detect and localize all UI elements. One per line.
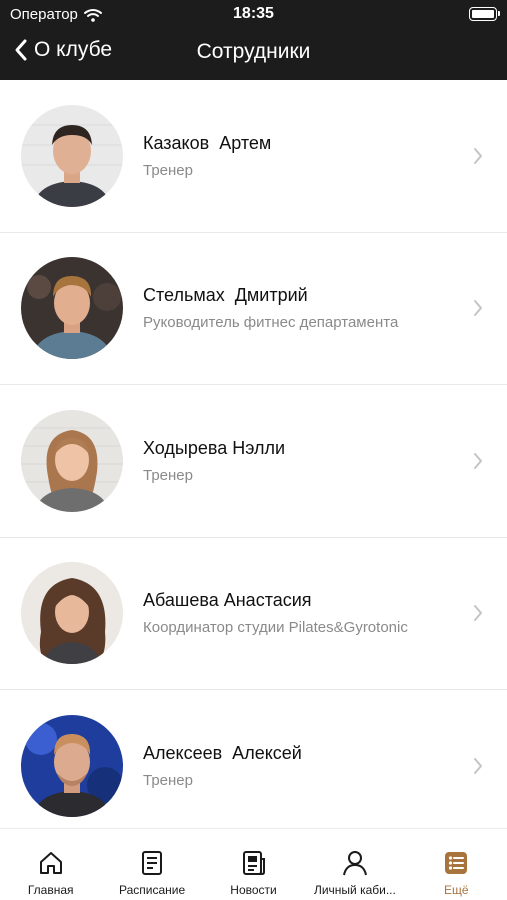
chevron-right-icon	[474, 757, 482, 774]
staff-role: Координатор студии Pilates&Gyrotonic	[143, 619, 408, 637]
tab-label: Новости	[230, 883, 277, 897]
page-title: Сотрудники	[196, 40, 311, 63]
status-time: 18:35	[233, 5, 274, 22]
chevron-right-icon	[474, 605, 482, 622]
battery-icon	[469, 7, 500, 21]
tab-label: Личный каби...	[313, 883, 396, 897]
home-icon	[39, 852, 62, 874]
staff-name: Ходырева Нэлли	[143, 437, 286, 458]
status-bar: Оператор 18:35	[0, 0, 507, 28]
more-icon	[445, 852, 468, 874]
avatar	[21, 257, 123, 360]
staff-info: Стельмах Дмитрий Руководитель фитнес деп…	[143, 233, 398, 385]
staff-role: Тренер	[143, 466, 193, 484]
tab-label: Ещё	[444, 883, 469, 897]
avatar	[21, 714, 123, 817]
staff-row[interactable]: Ходырева Нэлли Тренер	[0, 385, 507, 538]
staff-info: Алексеев Алексей Тренер	[143, 690, 302, 828]
avatar	[21, 409, 123, 512]
staff-name: Абашева Анастасия	[143, 590, 312, 611]
chevron-right-icon	[474, 147, 482, 164]
top-bar: Оператор 18:35 О клубе Сотрудники	[0, 0, 507, 80]
staff-row[interactable]: Алексеев Алексей Тренер	[0, 690, 507, 828]
staff-info: Ходырева Нэлли Тренер	[143, 385, 285, 537]
tab-bar: Главная Расписание Новости Личный каби..…	[0, 828, 507, 900]
staff-row[interactable]: Абашева Анастасия Координатор студии Pil…	[0, 538, 507, 690]
staff-role: Руководитель фитнес департамента	[143, 314, 399, 332]
navigation-bar: О клубе Сотрудники	[0, 30, 507, 76]
tab-home[interactable]: Главная	[0, 829, 101, 900]
staff-list: Казаков Артем Тренер Стельмах Дмитрий Ру…	[0, 80, 507, 828]
tab-profile[interactable]: Личный каби...	[304, 829, 405, 900]
staff-row[interactable]: Стельмах Дмитрий Руководитель фитнес деп…	[0, 233, 507, 385]
chevron-right-icon	[474, 300, 482, 317]
news-icon	[242, 851, 265, 875]
tab-more[interactable]: Ещё	[406, 829, 507, 900]
tab-news[interactable]: Новости	[203, 829, 304, 900]
avatar	[21, 104, 123, 207]
tab-schedule[interactable]: Расписание	[101, 829, 202, 900]
staff-info: Абашева Анастасия Координатор студии Pil…	[143, 538, 408, 690]
staff-info: Казаков Артем Тренер	[143, 80, 271, 232]
staff-name: Казаков Артем	[143, 132, 272, 153]
staff-role: Тренер	[143, 771, 193, 789]
schedule-icon	[142, 851, 163, 875]
staff-row[interactable]: Казаков Артем Тренер	[0, 80, 507, 233]
tab-label: Главная	[27, 883, 74, 897]
avatar	[21, 562, 123, 665]
profile-icon	[342, 851, 367, 876]
chevron-right-icon	[474, 452, 482, 469]
tab-label: Расписание	[119, 883, 186, 897]
staff-name: Стельмах Дмитрий	[143, 285, 308, 306]
staff-role: Тренер	[143, 161, 193, 179]
staff-name: Алексеев Алексей	[143, 742, 302, 763]
